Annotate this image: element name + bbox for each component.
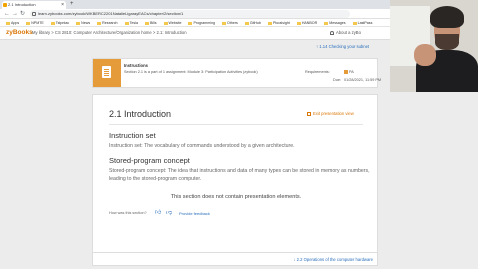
folder-icon: [144, 21, 149, 25]
folder-icon: [26, 21, 31, 25]
folder-icon: [324, 21, 329, 25]
presenter-webcam-video: [390, 0, 478, 92]
folder-icon: [244, 21, 249, 25]
folder-icon: [352, 21, 357, 25]
clipboard-icon: [93, 59, 121, 87]
bookmark-item[interactable]: Messages: [324, 19, 346, 26]
folder-icon: [50, 21, 55, 25]
bookmark-item[interactable]: Tesla: [124, 19, 138, 26]
bookmark-item[interactable]: News: [76, 19, 90, 26]
divider: [109, 124, 363, 125]
bookmark-item[interactable]: Apps: [6, 19, 19, 26]
no-presentation-message: This section does not contain presentati…: [170, 194, 302, 200]
instructions-title: Instructions: [124, 63, 148, 68]
stored-program-heading: Stored-program concept: [109, 156, 190, 165]
folder-icon: [163, 21, 168, 25]
zybooks-favicon-icon: [3, 3, 7, 7]
folder-icon: [6, 21, 10, 25]
about-zybook-link[interactable]: About a zyBo: [330, 30, 361, 35]
next-section-link[interactable]: ↓ 2.2 Operations of the computer hardwar…: [293, 257, 373, 262]
breadcrumb[interactable]: My library > CS 2810: Computer Architect…: [32, 30, 187, 35]
exit-presentation-button[interactable]: Exit presentation view: [307, 111, 354, 116]
requirements-label: Requirements:: [305, 70, 330, 74]
tab-title: 2.1 Introduction: [8, 2, 36, 7]
bookmark-item[interactable]: Website: [163, 19, 181, 26]
thumbs-up-icon[interactable]: 👍︎: [155, 210, 161, 216]
stored-program-definition: Stored-program concept: The idea that in…: [109, 168, 370, 182]
instructions-text: Section 2.1 is a part of 1 assignment: M…: [124, 70, 258, 74]
requirements-value: PA: [344, 70, 354, 74]
bookmark-item[interactable]: GitHub: [244, 19, 261, 26]
url-text: learn.zybooks.com/zybook/WKBERC2201Natal…: [38, 11, 184, 16]
back-icon[interactable]: ←: [4, 10, 10, 18]
bookmark-item[interactable]: Research: [97, 19, 118, 26]
folder-icon: [268, 21, 273, 25]
new-tab-icon[interactable]: +: [70, 0, 74, 9]
previous-section-link[interactable]: ↑ 1.14 Checking your subnet: [316, 44, 369, 49]
presentation-icon: [307, 111, 311, 116]
lock-icon: [32, 12, 36, 16]
instruction-set-definition: Instruction set: The vocabulary of comma…: [109, 143, 295, 149]
instructions-card: Instructions Section 2.1 is a part of 1 …: [92, 58, 382, 88]
close-tab-icon[interactable]: ×: [61, 1, 64, 9]
reload-icon[interactable]: ↻: [20, 10, 25, 18]
folder-icon: [124, 21, 129, 25]
section-card: 2.1 Introduction Exit presentation view …: [92, 94, 378, 264]
browser-tab[interactable]: 2.1 Introduction ×: [2, 1, 66, 9]
folder-icon: [76, 21, 81, 25]
due-date: 01/28/2021, 11:59 PM: [344, 78, 382, 82]
bookmark-item[interactable]: Others: [222, 19, 238, 26]
provide-feedback-link[interactable]: Provide feedback: [179, 211, 210, 216]
zybooks-logo[interactable]: zyBooks: [6, 29, 33, 36]
folder-icon: [296, 21, 301, 25]
bookmark-item[interactable]: Programming: [188, 19, 215, 26]
due-label: Due:: [333, 78, 342, 82]
next-section-bar: ↓ 2.2 Operations of the computer hardwar…: [92, 252, 378, 266]
bookmark-item[interactable]: Tstpntac: [50, 19, 69, 26]
url-input[interactable]: learn.zybooks.com/zybook/WKBERC2201Natal…: [30, 10, 350, 18]
bookmark-item[interactable]: Bills: [144, 19, 157, 26]
folder-icon: [222, 21, 227, 25]
bookmark-item[interactable]: Pluralsight: [268, 19, 290, 26]
pa-badge-icon: [344, 70, 348, 74]
folder-icon: [97, 21, 102, 25]
bookmark-item[interactable]: NPMTE: [26, 19, 44, 26]
instruction-set-heading: Instruction set: [109, 131, 156, 140]
how-was-section-label: How was this section?: [109, 211, 147, 215]
bell-icon: [330, 30, 334, 35]
forward-icon[interactable]: →: [12, 10, 18, 18]
thumbs-down-icon[interactable]: 👎︎: [166, 210, 172, 216]
bookmark-item[interactable]: HANBOR: [296, 19, 317, 26]
folder-icon: [188, 21, 193, 25]
section-title: 2.1 Introduction: [109, 109, 172, 119]
bookmark-item[interactable]: LastPass: [352, 19, 372, 26]
